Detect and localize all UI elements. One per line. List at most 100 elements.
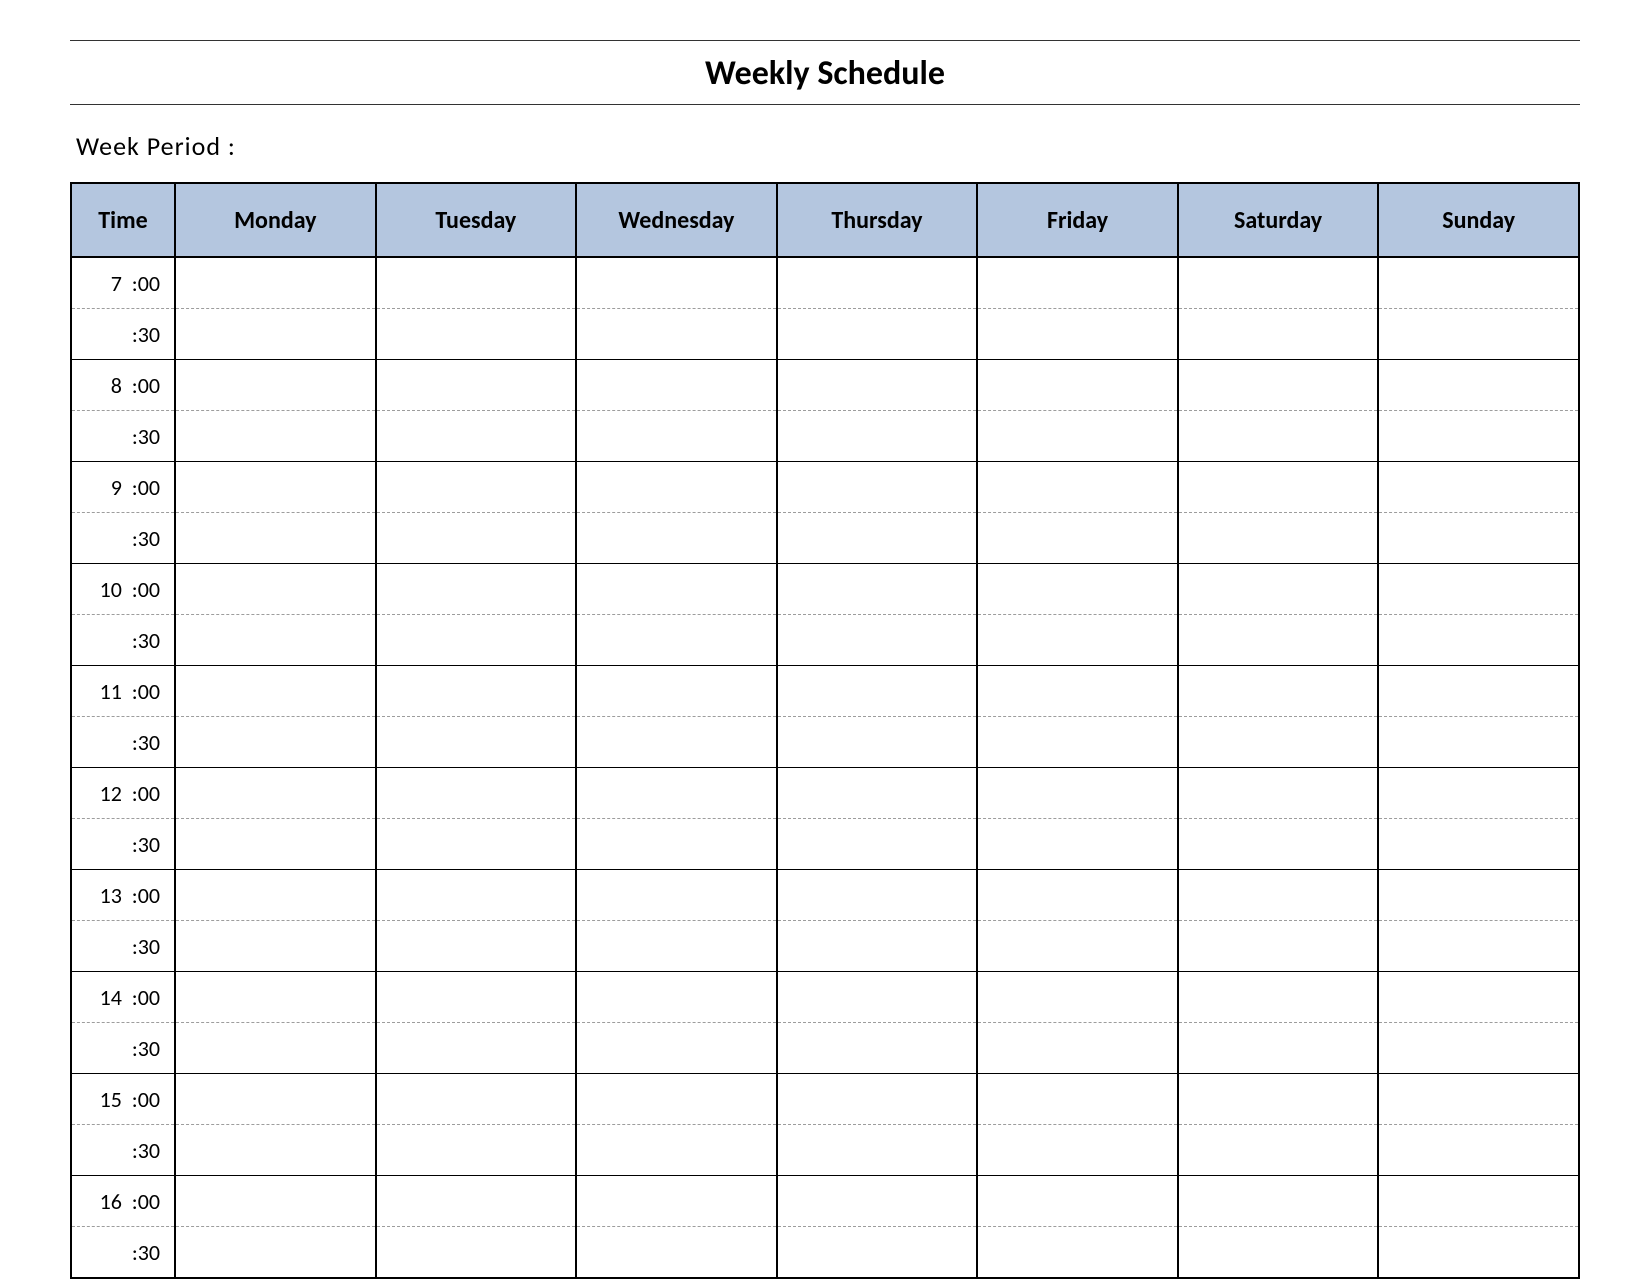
schedule-cell[interactable] bbox=[376, 1074, 577, 1125]
schedule-cell[interactable] bbox=[576, 360, 777, 411]
schedule-cell[interactable] bbox=[1178, 411, 1379, 462]
schedule-cell[interactable] bbox=[1178, 819, 1379, 870]
schedule-cell[interactable] bbox=[175, 717, 376, 768]
schedule-cell[interactable] bbox=[1378, 666, 1579, 717]
schedule-cell[interactable] bbox=[376, 1125, 577, 1176]
schedule-cell[interactable] bbox=[1378, 564, 1579, 615]
schedule-cell[interactable] bbox=[777, 921, 978, 972]
schedule-cell[interactable] bbox=[576, 768, 777, 819]
schedule-cell[interactable] bbox=[777, 819, 978, 870]
schedule-cell[interactable] bbox=[977, 360, 1178, 411]
schedule-cell[interactable] bbox=[576, 513, 777, 564]
schedule-cell[interactable] bbox=[1178, 309, 1379, 360]
schedule-cell[interactable] bbox=[777, 717, 978, 768]
schedule-cell[interactable] bbox=[1178, 615, 1379, 666]
schedule-cell[interactable] bbox=[977, 666, 1178, 717]
schedule-cell[interactable] bbox=[1378, 1176, 1579, 1227]
schedule-cell[interactable] bbox=[777, 870, 978, 921]
schedule-cell[interactable] bbox=[1378, 462, 1579, 513]
schedule-cell[interactable] bbox=[777, 360, 978, 411]
schedule-cell[interactable] bbox=[977, 870, 1178, 921]
schedule-cell[interactable] bbox=[777, 1074, 978, 1125]
schedule-cell[interactable] bbox=[175, 615, 376, 666]
schedule-cell[interactable] bbox=[376, 411, 577, 462]
schedule-cell[interactable] bbox=[376, 513, 577, 564]
schedule-cell[interactable] bbox=[576, 615, 777, 666]
schedule-cell[interactable] bbox=[977, 1176, 1178, 1227]
schedule-cell[interactable] bbox=[175, 768, 376, 819]
schedule-cell[interactable] bbox=[1178, 564, 1379, 615]
schedule-cell[interactable] bbox=[175, 462, 376, 513]
schedule-cell[interactable] bbox=[977, 615, 1178, 666]
schedule-cell[interactable] bbox=[175, 1125, 376, 1176]
schedule-cell[interactable] bbox=[977, 513, 1178, 564]
schedule-cell[interactable] bbox=[977, 717, 1178, 768]
schedule-cell[interactable] bbox=[175, 1023, 376, 1074]
schedule-cell[interactable] bbox=[777, 411, 978, 462]
schedule-cell[interactable] bbox=[977, 972, 1178, 1023]
schedule-cell[interactable] bbox=[777, 1023, 978, 1074]
schedule-cell[interactable] bbox=[376, 257, 577, 309]
schedule-cell[interactable] bbox=[1378, 972, 1579, 1023]
schedule-cell[interactable] bbox=[175, 1176, 376, 1227]
schedule-cell[interactable] bbox=[777, 309, 978, 360]
schedule-cell[interactable] bbox=[376, 717, 577, 768]
schedule-cell[interactable] bbox=[1178, 1176, 1379, 1227]
schedule-cell[interactable] bbox=[576, 666, 777, 717]
schedule-cell[interactable] bbox=[1178, 1074, 1379, 1125]
schedule-cell[interactable] bbox=[175, 819, 376, 870]
schedule-cell[interactable] bbox=[576, 1074, 777, 1125]
schedule-cell[interactable] bbox=[376, 564, 577, 615]
schedule-cell[interactable] bbox=[576, 462, 777, 513]
schedule-cell[interactable] bbox=[777, 972, 978, 1023]
schedule-cell[interactable] bbox=[175, 972, 376, 1023]
schedule-cell[interactable] bbox=[576, 1227, 777, 1279]
schedule-cell[interactable] bbox=[376, 309, 577, 360]
schedule-cell[interactable] bbox=[576, 972, 777, 1023]
schedule-cell[interactable] bbox=[1178, 513, 1379, 564]
schedule-cell[interactable] bbox=[376, 462, 577, 513]
schedule-cell[interactable] bbox=[777, 1227, 978, 1279]
schedule-cell[interactable] bbox=[175, 564, 376, 615]
schedule-cell[interactable] bbox=[1378, 819, 1579, 870]
schedule-cell[interactable] bbox=[777, 462, 978, 513]
schedule-cell[interactable] bbox=[175, 1074, 376, 1125]
schedule-cell[interactable] bbox=[376, 615, 577, 666]
schedule-cell[interactable] bbox=[1378, 615, 1579, 666]
schedule-cell[interactable] bbox=[175, 309, 376, 360]
schedule-cell[interactable] bbox=[1178, 462, 1379, 513]
schedule-cell[interactable] bbox=[977, 1074, 1178, 1125]
schedule-cell[interactable] bbox=[1178, 1125, 1379, 1176]
schedule-cell[interactable] bbox=[1378, 768, 1579, 819]
schedule-cell[interactable] bbox=[1378, 513, 1579, 564]
schedule-cell[interactable] bbox=[1178, 717, 1379, 768]
schedule-cell[interactable] bbox=[376, 819, 577, 870]
schedule-cell[interactable] bbox=[175, 411, 376, 462]
schedule-cell[interactable] bbox=[576, 564, 777, 615]
schedule-cell[interactable] bbox=[1378, 1074, 1579, 1125]
schedule-cell[interactable] bbox=[977, 819, 1178, 870]
schedule-cell[interactable] bbox=[1378, 1125, 1579, 1176]
schedule-cell[interactable] bbox=[175, 666, 376, 717]
schedule-cell[interactable] bbox=[576, 411, 777, 462]
schedule-cell[interactable] bbox=[376, 972, 577, 1023]
schedule-cell[interactable] bbox=[175, 513, 376, 564]
schedule-cell[interactable] bbox=[376, 921, 577, 972]
schedule-cell[interactable] bbox=[977, 309, 1178, 360]
schedule-cell[interactable] bbox=[1378, 1023, 1579, 1074]
schedule-cell[interactable] bbox=[1178, 768, 1379, 819]
schedule-cell[interactable] bbox=[777, 564, 978, 615]
schedule-cell[interactable] bbox=[576, 819, 777, 870]
schedule-cell[interactable] bbox=[175, 360, 376, 411]
schedule-cell[interactable] bbox=[1378, 411, 1579, 462]
schedule-cell[interactable] bbox=[777, 666, 978, 717]
schedule-cell[interactable] bbox=[376, 360, 577, 411]
schedule-cell[interactable] bbox=[777, 513, 978, 564]
schedule-cell[interactable] bbox=[777, 1176, 978, 1227]
schedule-cell[interactable] bbox=[977, 462, 1178, 513]
schedule-cell[interactable] bbox=[777, 615, 978, 666]
schedule-cell[interactable] bbox=[777, 257, 978, 309]
schedule-cell[interactable] bbox=[175, 257, 376, 309]
schedule-cell[interactable] bbox=[576, 1176, 777, 1227]
schedule-cell[interactable] bbox=[777, 768, 978, 819]
